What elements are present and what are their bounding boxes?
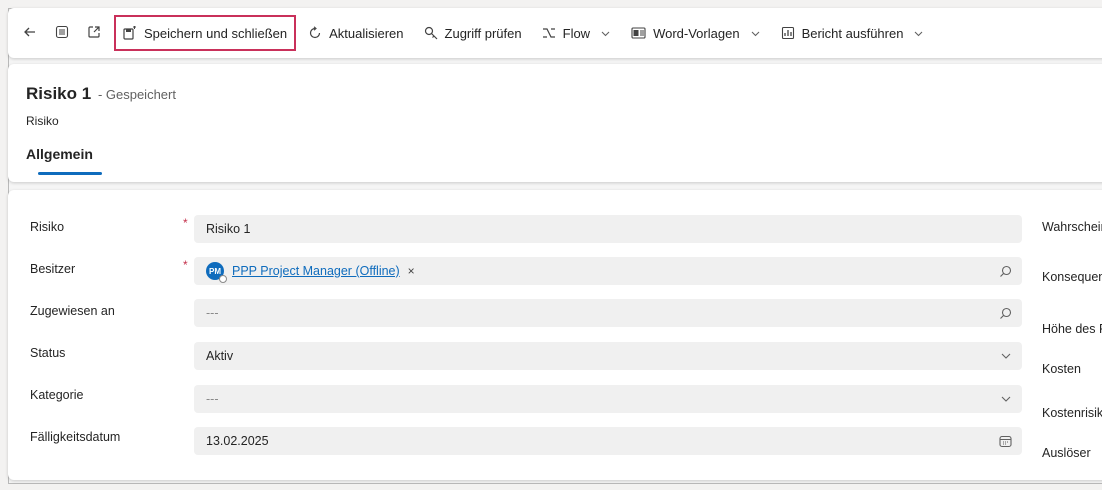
chevron-down-icon — [750, 28, 761, 39]
word-template-icon — [631, 26, 646, 40]
field-label-kostenrisiko: Kostenrisik — [1042, 406, 1102, 420]
record-set-button[interactable] — [48, 19, 76, 47]
popout-button[interactable] — [80, 19, 108, 47]
owner-link[interactable]: PPP Project Manager (Offline) — [232, 264, 400, 278]
arrow-left-icon — [23, 25, 37, 42]
word-templates-button[interactable]: Word-Vorlagen — [623, 18, 768, 48]
kategorie-select[interactable]: --- — [194, 385, 1022, 413]
refresh-label: Aktualisieren — [329, 25, 404, 41]
kategorie-value: --- — [206, 392, 219, 406]
word-templates-label: Word-Vorlagen — [653, 25, 740, 41]
open-new-window-icon — [87, 25, 101, 42]
chevron-down-icon[interactable] — [1000, 342, 1012, 370]
active-tab-indicator — [38, 172, 102, 175]
check-access-label: Zugriff prüfen — [444, 25, 522, 41]
list-icon — [55, 25, 69, 42]
zugewiesen-an-value: --- — [206, 306, 219, 320]
field-label-zugewiesen-an: Zugewiesen an — [30, 304, 115, 318]
field-label-ausloeser: Auslöser — [1042, 446, 1091, 460]
zugewiesen-an-lookup[interactable]: --- — [194, 299, 1022, 327]
avatar: PM — [206, 262, 227, 283]
calendar-icon[interactable] — [999, 427, 1012, 455]
field-label-konsequenz: Konsequen — [1042, 270, 1102, 284]
key-search-icon — [424, 26, 438, 40]
search-icon[interactable] — [999, 299, 1012, 327]
save-and-close-button[interactable]: Speichern und schließen — [114, 15, 297, 51]
record-name: Risiko 1 — [26, 84, 92, 103]
chevron-down-icon[interactable] — [1000, 385, 1012, 413]
search-icon[interactable] — [999, 257, 1012, 285]
run-report-button[interactable]: Bericht ausführen — [773, 18, 933, 48]
lookup-tag: PM PPP Project Manager (Offline) × — [206, 262, 415, 283]
risiko-value: Risiko 1 — [206, 222, 251, 236]
presence-badge — [219, 275, 227, 283]
save-and-close-label: Speichern und schließen — [144, 25, 288, 41]
field-label-wahrscheinlichkeit: Wahrschein — [1042, 220, 1102, 234]
faelligkeitsdatum-input[interactable]: 13.02.2025 — [194, 427, 1022, 455]
field-label-faelligkeitsdatum: Fälligkeitsdatum — [30, 430, 121, 444]
field-label-hoehe-des-risikos: Höhe des F — [1042, 322, 1102, 336]
chevron-down-icon — [913, 28, 924, 39]
report-icon — [781, 26, 795, 40]
remove-tag-icon[interactable]: × — [408, 264, 415, 278]
command-bar: Speichern und schließen Aktualisieren Zu… — [8, 8, 1102, 58]
record-title: Risiko 1 - Gespeichert — [26, 84, 176, 104]
required-marker: * — [183, 216, 188, 230]
back-button[interactable] — [16, 19, 44, 47]
flow-label: Flow — [562, 25, 591, 41]
required-marker: * — [183, 258, 188, 272]
form-section: Risiko * Risiko 1 Besitzer * PM PPP Proj… — [8, 190, 1102, 480]
field-label-status: Status — [30, 346, 66, 360]
field-label-kosten: Kosten — [1042, 362, 1081, 376]
run-report-label: Bericht ausführen — [801, 25, 904, 41]
field-label-kategorie: Kategorie — [30, 388, 84, 402]
record-header: Risiko 1 - Gespeichert Risiko Allgemein — [8, 64, 1102, 182]
besitzer-lookup[interactable]: PM PPP Project Manager (Offline) × — [194, 257, 1022, 285]
save-close-icon — [123, 26, 137, 40]
status-value: Aktiv — [206, 349, 234, 363]
field-label-besitzer: Besitzer — [30, 262, 76, 276]
field-label-risiko: Risiko — [30, 220, 65, 234]
avatar-initials: PM — [209, 266, 221, 276]
check-access-button[interactable]: Zugriff prüfen — [416, 18, 530, 48]
entity-name: Risiko — [26, 114, 59, 128]
tab-allgemein[interactable]: Allgemein — [26, 146, 93, 162]
refresh-button[interactable]: Aktualisieren — [300, 18, 411, 48]
flow-icon — [542, 26, 556, 40]
chevron-down-icon — [600, 28, 611, 39]
refresh-icon — [308, 26, 322, 40]
status-select[interactable]: Aktiv — [194, 342, 1022, 370]
flow-button[interactable]: Flow — [534, 18, 619, 48]
save-status: - Gespeichert — [97, 87, 176, 102]
faelligkeitsdatum-value: 13.02.2025 — [206, 434, 269, 448]
risiko-input[interactable]: Risiko 1 — [194, 215, 1022, 243]
